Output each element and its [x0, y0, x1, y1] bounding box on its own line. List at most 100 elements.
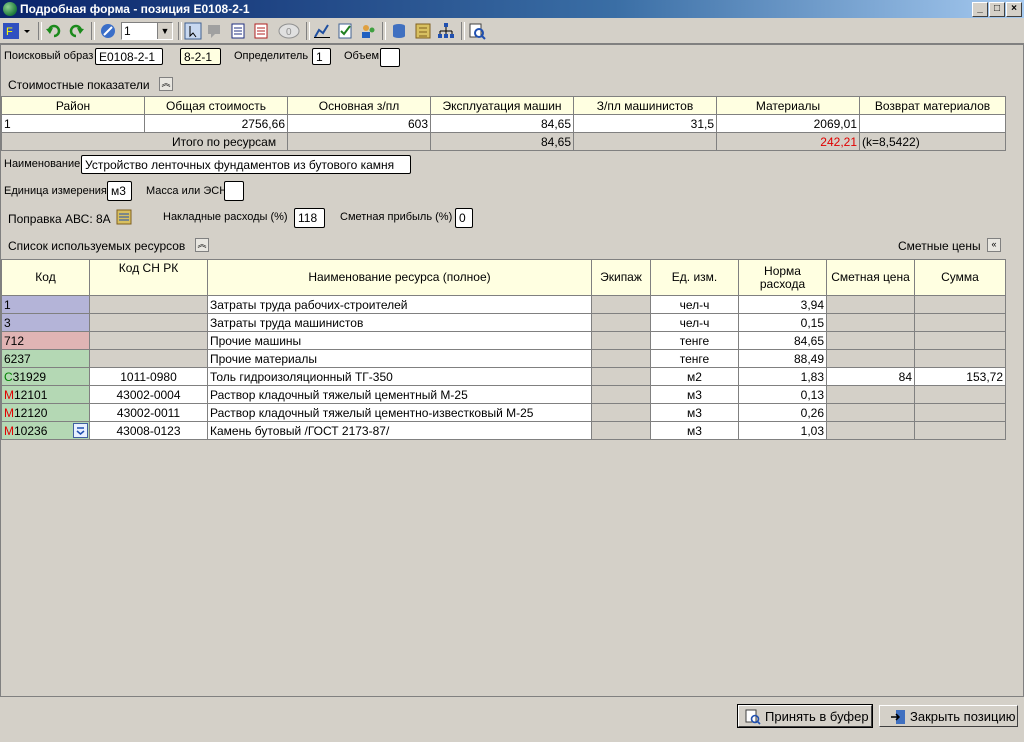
compass-icon[interactable]: [99, 22, 117, 40]
unit-cell[interactable]: чел-ч: [650, 313, 739, 332]
comment-icon[interactable]: [206, 22, 224, 40]
code-cell[interactable]: 3: [1, 313, 90, 332]
chevron-down-icon[interactable]: ▼: [157, 23, 172, 39]
price-cell[interactable]: [826, 421, 915, 440]
code-cell[interactable]: С31929: [1, 367, 90, 386]
total-cost-cell[interactable]: 2756,66: [144, 114, 288, 133]
dropdown-arrow-icon[interactable]: [22, 22, 32, 40]
price-cell[interactable]: [826, 295, 915, 314]
code-cell[interactable]: М12120: [1, 403, 90, 422]
code-cell[interactable]: М10236: [1, 421, 90, 440]
crew-cell[interactable]: [591, 349, 651, 368]
sum-cell[interactable]: [914, 349, 1006, 368]
database-icon[interactable]: [390, 22, 408, 40]
crew-cell[interactable]: [591, 385, 651, 404]
code-cell[interactable]: 1: [1, 295, 90, 314]
minimize-button[interactable]: _: [972, 2, 988, 17]
checklist-icon[interactable]: [336, 22, 354, 40]
materials-cell[interactable]: 2069,01: [716, 114, 860, 133]
maximize-button[interactable]: □: [989, 2, 1005, 17]
short-code-field[interactable]: 8-2-1: [180, 48, 221, 65]
name-field[interactable]: Устройство ленточных фундаментов из буто…: [81, 155, 411, 174]
collapse-up-icon[interactable]: ︽: [195, 238, 209, 252]
unit-cell[interactable]: м3: [650, 403, 739, 422]
crew-cell[interactable]: [591, 295, 651, 314]
font-color-icon[interactable]: F: [2, 22, 20, 40]
resource-name-cell[interactable]: Раствор кладочный тяжелый цементный М-25: [207, 385, 592, 404]
price-cell[interactable]: [826, 403, 915, 422]
hierarchy-icon[interactable]: [437, 22, 455, 40]
operator-salary-cell[interactable]: 31,5: [573, 114, 717, 133]
norm-cell[interactable]: 0,13: [738, 385, 827, 404]
sum-cell[interactable]: [914, 331, 1006, 350]
unit-cell[interactable]: м3: [650, 385, 739, 404]
code-cell[interactable]: М12101: [1, 385, 90, 404]
price-cell[interactable]: [826, 331, 915, 350]
overhead-field[interactable]: 118: [294, 208, 325, 228]
unit-cell[interactable]: тенге: [650, 331, 739, 350]
price-cell[interactable]: [826, 313, 915, 332]
report-icon[interactable]: [252, 22, 270, 40]
mass-field[interactable]: [224, 181, 244, 201]
sum-cell[interactable]: [914, 313, 1006, 332]
snrk-cell[interactable]: [89, 295, 208, 314]
chart-icon[interactable]: [313, 22, 331, 40]
price-cell[interactable]: [826, 385, 915, 404]
norm-cell[interactable]: 0,15: [738, 313, 827, 332]
unit-cell[interactable]: чел-ч: [650, 295, 739, 314]
profit-field[interactable]: 0: [455, 208, 473, 228]
crew-cell[interactable]: [591, 313, 651, 332]
sum-cell[interactable]: [914, 385, 1006, 404]
preview-icon[interactable]: [468, 22, 486, 40]
code-cell[interactable]: 6237: [1, 349, 90, 368]
code-cell[interactable]: 712: [1, 331, 90, 350]
machine-operation-cell[interactable]: 84,65: [430, 114, 574, 133]
norm-cell[interactable]: 84,65: [738, 331, 827, 350]
dropdown-list-icon[interactable]: [73, 423, 88, 438]
table-row[interactable]: М12101 43002-0004 Раствор кладочный тяже…: [1, 385, 1006, 404]
snrk-cell[interactable]: [89, 313, 208, 332]
unit-cell[interactable]: м3: [650, 421, 739, 440]
cost-row[interactable]: 1 2756,66 603 84,65 31,5 2069,01: [1, 114, 1006, 133]
unit-field[interactable]: м3: [107, 181, 132, 201]
calculator-icon[interactable]: [116, 209, 132, 225]
table-row[interactable]: М10236 43008-0123 Камень бутовый /ГОСТ 2…: [1, 421, 1006, 440]
norm-cell[interactable]: 3,94: [738, 295, 827, 314]
resource-name-cell[interactable]: Прочие машины: [207, 331, 592, 350]
unit-cell[interactable]: м2: [650, 367, 739, 386]
price-cell[interactable]: 84: [826, 367, 915, 386]
level-select[interactable]: 1 ▼: [121, 22, 173, 40]
redo-icon[interactable]: [67, 22, 85, 40]
volume-field[interactable]: [380, 48, 400, 67]
close-window-button[interactable]: ×: [1006, 2, 1022, 17]
crew-cell[interactable]: [591, 403, 651, 422]
norm-cell[interactable]: 88,49: [738, 349, 827, 368]
snrk-cell[interactable]: [89, 349, 208, 368]
crew-cell[interactable]: [591, 367, 651, 386]
snrk-cell[interactable]: 43008-0123: [89, 421, 208, 440]
resource-name-cell[interactable]: Толь гидроизоляционный ТГ-350: [207, 367, 592, 386]
sum-cell[interactable]: [914, 421, 1006, 440]
users-icon[interactable]: [359, 22, 377, 40]
sum-cell[interactable]: 153,72: [914, 367, 1006, 386]
undo-icon[interactable]: [45, 22, 63, 40]
expand-left-icon[interactable]: «: [987, 238, 1001, 252]
norm-cell[interactable]: 1,83: [738, 367, 827, 386]
table-row[interactable]: 3 Затраты труда машинистов чел-ч 0,15: [1, 313, 1006, 332]
table-row[interactable]: М12120 43002-0011 Раствор кладочный тяже…: [1, 403, 1006, 422]
snrk-cell[interactable]: 43002-0011: [89, 403, 208, 422]
crew-cell[interactable]: [591, 331, 651, 350]
resource-name-cell[interactable]: Затраты труда машинистов: [207, 313, 592, 332]
pointer-icon[interactable]: [184, 22, 202, 40]
district-cell[interactable]: 1: [1, 114, 145, 133]
sum-cell[interactable]: [914, 403, 1006, 422]
table-row[interactable]: С31929 1011-0980 Толь гидроизоляционный …: [1, 367, 1006, 386]
calculator-icon[interactable]: [414, 22, 432, 40]
snrk-cell[interactable]: [89, 331, 208, 350]
sum-cell[interactable]: [914, 295, 1006, 314]
table-row[interactable]: 6237 Прочие материалы тенге 88,49: [1, 349, 1006, 368]
base-salary-cell[interactable]: 603: [287, 114, 431, 133]
zero-icon[interactable]: 0: [277, 22, 301, 40]
material-return-cell[interactable]: [859, 114, 1006, 133]
norm-cell[interactable]: 0,26: [738, 403, 827, 422]
